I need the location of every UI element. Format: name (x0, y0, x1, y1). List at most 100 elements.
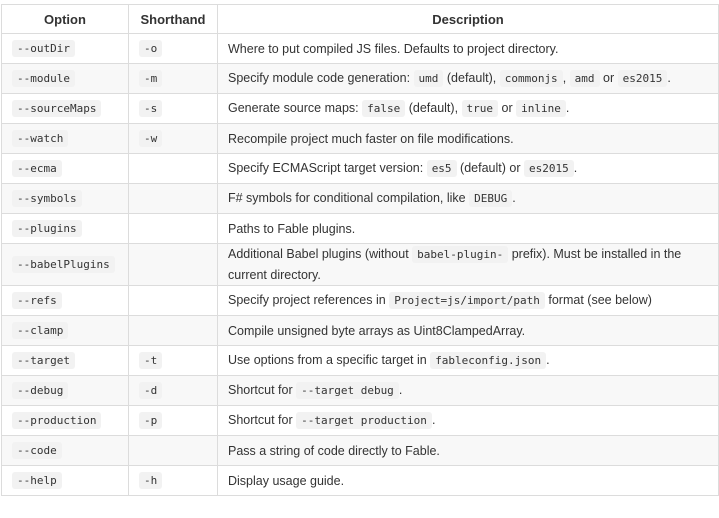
option-flag: --symbols (12, 190, 82, 207)
table-row: --outDir -o Where to put compiled JS files… (1, 33, 719, 64)
table-row: --watch -w Recompile project much faster o… (1, 123, 719, 154)
shorthand-cell: -p (128, 405, 218, 436)
table-row: --refs Specify project references in Proj… (1, 285, 719, 316)
description-text: Pass a string of code directly to Fable. (228, 443, 440, 458)
shorthand-cell: -o (128, 33, 218, 64)
option-flag: --code (12, 442, 62, 459)
option-cell: --production (1, 405, 129, 436)
option-flag: --help (12, 472, 62, 489)
description-text: (default), (443, 71, 500, 85)
description-cell: Pass a string of code directly to Fable. (217, 435, 719, 466)
description-text: Paths to Fable plugins. (228, 221, 356, 236)
shorthand-cell: -d (128, 375, 218, 406)
inline-code: --target production (296, 412, 432, 429)
shorthand-cell (128, 315, 218, 346)
inline-code: es2015 (617, 70, 668, 87)
option-cell: --help (1, 465, 129, 496)
option-flag: --outDir (12, 40, 75, 57)
shorthand-cell: -m (128, 63, 218, 94)
description-text: Specify ECMAScript target version: (228, 161, 427, 175)
option-cell: --outDir (1, 33, 129, 64)
description-text: Specify project references in (228, 293, 390, 307)
shorthand-flag: -s (139, 100, 163, 117)
description-cell: Recompile project much faster on file mo… (217, 123, 719, 154)
description-text: , (562, 71, 570, 85)
shorthand-cell (128, 183, 218, 214)
inline-code: umd (413, 70, 444, 87)
description-cell: Paths to Fable plugins. (217, 213, 719, 244)
description-text: or (498, 101, 517, 115)
description-text: or (599, 71, 618, 85)
inline-code: Project=js/import/path (389, 292, 545, 309)
option-cell: --babelPlugins (1, 243, 129, 286)
options-table: Option Shorthand Description --outDir -o W… (1, 4, 719, 496)
description-cell: Where to put compiled JS files. Defaults… (217, 33, 719, 64)
table-row: --ecma Specify ECMAScript target version:… (1, 153, 719, 184)
option-flag: --refs (12, 292, 62, 309)
table-row: --babelPlugins Additional Babel plugins (… (1, 243, 719, 286)
description-text: . (667, 71, 671, 85)
description-text: Where to put compiled JS files. Defaults… (228, 41, 559, 56)
inline-code: es5 (426, 160, 457, 177)
option-cell: --debug (1, 375, 129, 406)
shorthand-cell: -h (128, 465, 218, 496)
option-flag: --module (12, 70, 75, 87)
shorthand-cell (128, 153, 218, 184)
description-cell: Generate source maps: false (default), t… (217, 93, 719, 124)
shorthand-flag: -o (139, 40, 163, 57)
description-cell: F# symbols for conditional compilation, … (217, 183, 719, 214)
description-cell: Shortcut for --target production. (217, 405, 719, 436)
inline-code: commonjs (499, 70, 563, 87)
option-cell: --target (1, 345, 129, 376)
shorthand-cell (128, 243, 218, 286)
description-text: Compile unsigned byte arrays as Uint8Cla… (228, 323, 526, 338)
option-flag: --sourceMaps (12, 100, 102, 117)
shorthand-cell (128, 435, 218, 466)
table-row: --symbols F# symbols for conditional comp… (1, 183, 719, 214)
option-cell: --plugins (1, 213, 129, 244)
inline-code: true (461, 100, 499, 117)
description-text: Display usage guide. (228, 473, 345, 488)
option-cell: --watch (1, 123, 129, 154)
description-cell: Display usage guide. (217, 465, 719, 496)
shorthand-flag: -w (139, 130, 163, 147)
description-text: . (573, 161, 578, 175)
inline-code: amd (569, 70, 600, 87)
shorthand-cell: -s (128, 93, 218, 124)
description-text: Generate source maps: (228, 101, 363, 115)
description-cell: Use options from a specific target in fa… (217, 345, 719, 376)
shorthand-flag: -p (139, 412, 163, 429)
description-text: . (398, 383, 403, 397)
description-text: (default) or (456, 161, 524, 175)
shorthand-flag: -t (139, 352, 163, 369)
option-cell: --clamp (1, 315, 129, 346)
option-flag: --clamp (12, 322, 69, 339)
description-text: Shortcut for (228, 413, 297, 427)
description-cell: Specify module code generation: umd (def… (217, 63, 719, 94)
description-text: Recompile project much faster on file mo… (228, 131, 514, 146)
description-text: . (512, 191, 516, 205)
inline-code: --target debug (296, 382, 399, 399)
inline-code: fableconfig.json (430, 352, 547, 369)
option-cell: --refs (1, 285, 129, 316)
description-cell: Specify ECMAScript target version: es5 (… (217, 153, 719, 184)
table-row: --debug -d Shortcut for --target debug. (1, 375, 719, 406)
table-row: --help -h Display usage guide. (1, 465, 719, 496)
options-table-body: --outDir -o Where to put compiled JS files… (1, 33, 719, 496)
shorthand-cell (128, 213, 218, 244)
inline-code: inline (516, 100, 566, 117)
description-cell: Shortcut for --target debug. (217, 375, 719, 406)
option-flag: --target (12, 352, 75, 369)
option-cell: --module (1, 63, 129, 94)
option-cell: --symbols (1, 183, 129, 214)
option-flag: --debug (12, 382, 69, 399)
description-cell: Compile unsigned byte arrays as Uint8Cla… (217, 315, 719, 346)
option-flag: --plugins (12, 220, 82, 237)
option-flag: --ecma (12, 160, 62, 177)
description-text: Use options from a specific target in (228, 353, 431, 367)
table-row: --module -m Specify module code generation… (1, 63, 719, 94)
inline-code: babel-plugin- (412, 246, 509, 263)
shorthand-cell (128, 285, 218, 316)
inline-code: DEBUG (469, 190, 513, 207)
option-cell: --code (1, 435, 129, 466)
